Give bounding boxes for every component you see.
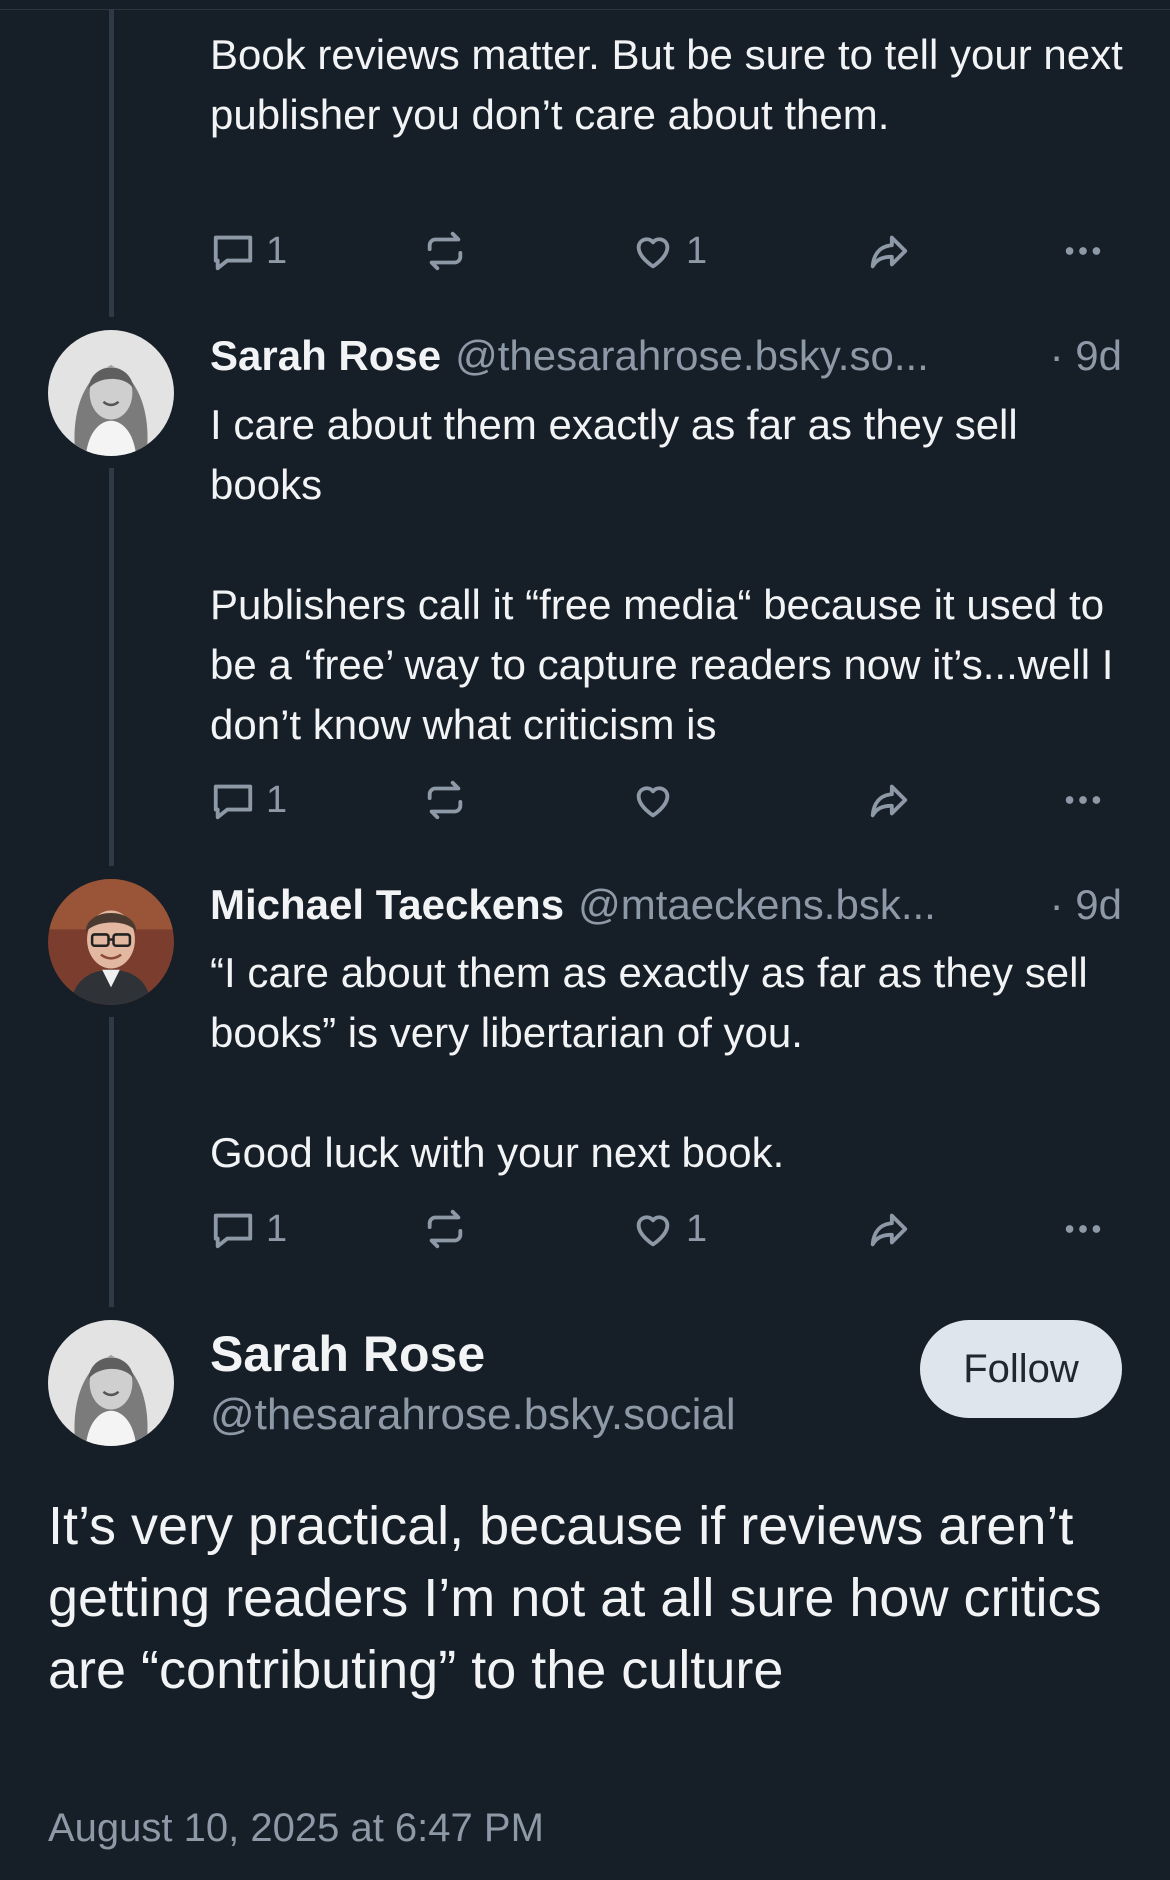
avatar[interactable] [48,330,174,456]
reply-button[interactable]: 1 [210,775,287,825]
share-arrow-icon [870,784,908,818]
avatar[interactable] [48,1320,174,1446]
author-name[interactable]: Sarah Rose [210,1325,485,1383]
more-button[interactable] [1060,226,1106,276]
ellipsis-icon [1065,1225,1101,1233]
post-text: It’s very practical, because if reviews … [48,1496,1117,1700]
like-button[interactable] [630,775,676,825]
reply-button[interactable]: 1 [210,1204,287,1254]
heart-outline-icon [636,786,670,818]
author-handle[interactable]: @thesarahrose.bsky.social [210,1390,736,1440]
more-button[interactable] [1060,1204,1106,1254]
repost-arrows-icon [427,1209,463,1249]
share-button[interactable] [865,1204,911,1254]
share-button[interactable] [865,226,911,276]
post-text: “I care about them as exactly as far as … [210,949,1088,1176]
like-count: 1 [686,1207,708,1250]
ellipsis-icon [1065,796,1101,804]
speech-bubble-icon [213,1213,253,1249]
like-count: 1 [686,229,708,272]
reply-button[interactable]: 1 [210,226,287,276]
post-actions: 1 1 [210,1204,1130,1254]
author-name[interactable]: Michael Taeckens [210,881,564,929]
share-button[interactable] [865,775,911,825]
avatar[interactable] [48,879,174,1005]
repost-button[interactable] [422,1204,468,1254]
speech-bubble-icon [213,784,253,820]
share-arrow-icon [870,235,908,269]
heart-outline-icon [636,1215,670,1247]
post-timestamp: August 10, 2025 at 6:47 PM [48,1806,544,1850]
like-button[interactable]: 1 [630,226,707,276]
heart-outline-icon [636,237,670,269]
like-button[interactable]: 1 [630,1204,707,1254]
post-text: Book reviews matter. But be sure to tell… [210,31,1135,138]
post-text: I care about them exactly as far as they… [210,401,1114,748]
thread-line [109,1017,114,1307]
reply-count: 1 [266,1207,288,1250]
post-actions: 1 1 [210,226,1130,276]
post-time: · 9d [1049,332,1122,379]
post-header: Michael Taeckens @mtaeckens.bsk... · 9d [210,881,1122,929]
post-time: · 9d [1049,881,1122,928]
post-actions: 1 [210,775,1130,825]
top-divider [0,0,1170,10]
more-button[interactable] [1060,775,1106,825]
reply-count: 1 [266,229,288,272]
thread-line [109,468,114,866]
ellipsis-icon [1065,247,1101,255]
repost-arrows-icon [427,780,463,820]
post-header: Sarah Rose @thesarahrose.bsky.so... · 9d [210,332,1122,380]
follow-button[interactable]: Follow [920,1320,1122,1418]
thread-line [109,9,114,317]
reply-count: 1 [266,778,288,821]
author-name[interactable]: Sarah Rose [210,332,441,380]
repost-button[interactable] [422,226,468,276]
author-handle[interactable]: @thesarahrose.bsky.so... [455,332,1036,380]
repost-arrows-icon [427,231,463,271]
author-handle[interactable]: @mtaeckens.bsk... [578,881,1036,929]
share-arrow-icon [870,1213,908,1247]
repost-button[interactable] [422,775,468,825]
speech-bubble-icon [213,235,253,271]
